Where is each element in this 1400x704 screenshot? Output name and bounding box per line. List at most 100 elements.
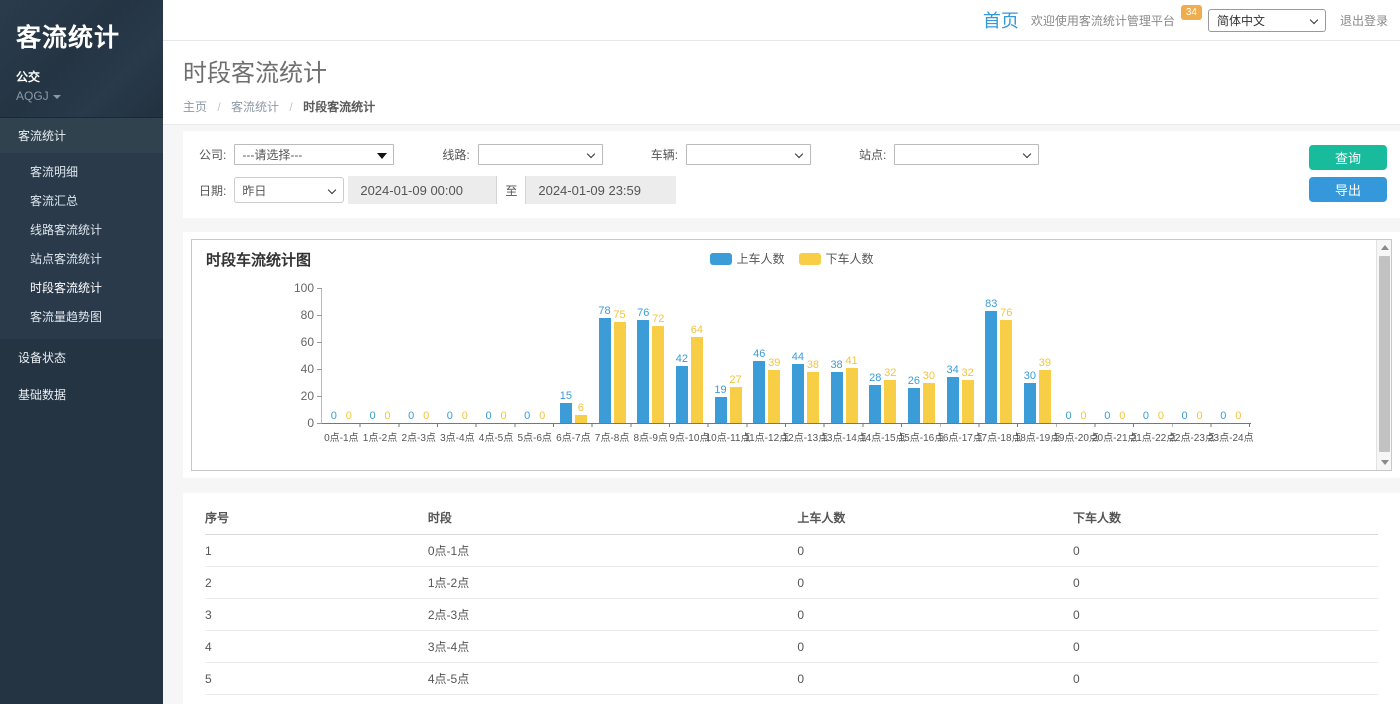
bar-unit: 32 — [960, 366, 975, 423]
x-axis-ticks — [322, 423, 1251, 427]
bar-unit: 0 — [535, 409, 550, 423]
table-cell: 0 — [797, 695, 1073, 704]
scroll-up-arrow-icon[interactable] — [1377, 240, 1392, 255]
bar-unit: 38 — [829, 358, 844, 423]
bar[interactable] — [768, 370, 780, 423]
query-button[interactable]: 查询 — [1309, 145, 1387, 170]
bar[interactable] — [575, 415, 587, 423]
legend-item-1[interactable]: 下车人数 — [799, 250, 874, 267]
bar[interactable] — [947, 377, 959, 423]
sidebar-item-1[interactable]: 客流汇总 — [0, 186, 163, 215]
breadcrumb: 主页 / 客流统计 / 时段客流统计 — [183, 98, 1400, 115]
bar[interactable] — [676, 366, 688, 423]
filter-select-3[interactable] — [894, 144, 1039, 165]
notification-badge[interactable]: 34 — [1181, 5, 1202, 20]
bar[interactable] — [614, 322, 626, 423]
table-header-row: 序号时段上车人数下车人数 — [205, 497, 1378, 535]
bar[interactable] — [792, 364, 804, 423]
sidebar-item-4[interactable]: 时段客流统计 — [0, 273, 163, 302]
org-code-label: AQGJ — [16, 89, 49, 103]
bar[interactable] — [715, 397, 727, 423]
bar-unit: 0 — [1100, 409, 1115, 423]
bar-unit: 19 — [713, 383, 728, 423]
sidebar-item-3[interactable]: 站点客流统计 — [0, 244, 163, 273]
breadcrumb-home[interactable]: 主页 — [183, 100, 207, 114]
table-cell: 0 — [797, 567, 1073, 599]
bar-value-label: 44 — [792, 350, 804, 364]
bar-unit: 39 — [767, 356, 782, 423]
bar[interactable] — [730, 387, 742, 423]
y-tick-label: 60 — [301, 335, 314, 349]
welcome-text: 欢迎使用客流统计管理平台 — [1031, 12, 1175, 29]
y-tick-label: 80 — [301, 308, 314, 322]
sidebar-item-0[interactable]: 客流明细 — [0, 157, 163, 186]
bar[interactable] — [884, 380, 896, 423]
bar-value-label: 32 — [884, 366, 896, 380]
table-row: 65点-6点00 — [205, 695, 1378, 704]
bar[interactable] — [560, 403, 572, 423]
bar[interactable] — [923, 383, 935, 424]
bar-unit: 26 — [906, 374, 921, 423]
sidebar-section-passenger-stats[interactable]: 客流统计 — [0, 118, 163, 153]
scrollbar-thumb[interactable] — [1379, 256, 1390, 452]
chart-vertical-scrollbar[interactable] — [1376, 240, 1391, 470]
table-cell: 0 — [1073, 631, 1378, 663]
breadcrumb-section[interactable]: 客流统计 — [231, 100, 279, 114]
sidebar-item-2[interactable]: 线路客流统计 — [0, 215, 163, 244]
sidebar-section-1[interactable]: 基础数据 — [0, 376, 163, 413]
bar[interactable] — [831, 372, 843, 423]
date-from-input[interactable]: 2024-01-09 00:00 — [348, 176, 496, 204]
main-area: 首页 欢迎使用客流统计管理平台 34 简体中文 退出登录 时段客流统计 主页 /… — [163, 0, 1400, 704]
org-code-dropdown[interactable]: AQGJ — [16, 89, 147, 103]
sidebar-item-5[interactable]: 客流量趋势图 — [0, 302, 163, 331]
bar-unit: 28 — [868, 371, 883, 423]
bar[interactable] — [962, 380, 974, 423]
bar-unit: 0 — [1192, 409, 1207, 423]
bar[interactable] — [637, 320, 649, 423]
bar-unit: 0 — [457, 409, 472, 423]
bar[interactable] — [846, 368, 858, 423]
bar[interactable] — [1000, 320, 1012, 423]
language-select[interactable]: 简体中文 — [1208, 9, 1326, 32]
bar[interactable] — [807, 372, 819, 423]
sidebar-section-0[interactable]: 设备状态 — [0, 339, 163, 376]
breadcrumb-separator: / — [217, 100, 220, 114]
date-to-input[interactable]: 2024-01-09 23:59 — [526, 176, 676, 204]
table-cell: 5点-6点 — [428, 695, 797, 704]
bar-group-12: 443812点-13点 — [786, 272, 825, 423]
bar-value-label: 0 — [500, 409, 506, 423]
bar[interactable] — [1039, 370, 1051, 423]
table-cell: 0 — [797, 631, 1073, 663]
legend-item-0[interactable]: 上车人数 — [709, 250, 784, 267]
bar[interactable] — [1024, 383, 1036, 424]
caret-down-icon — [53, 95, 61, 99]
filter-group-0: 公司:---请选择--- — [199, 144, 394, 165]
bar-value-label: 0 — [408, 409, 414, 423]
bar[interactable] — [753, 361, 765, 423]
bar[interactable] — [908, 388, 920, 423]
bar-group-16: 343216点-17点 — [941, 272, 980, 423]
bar[interactable] — [599, 318, 611, 423]
bar-value-label: 0 — [1158, 409, 1164, 423]
filter-select-0[interactable]: ---请选择--- — [234, 144, 394, 165]
filter-select-2[interactable] — [686, 144, 811, 165]
filter-select-1[interactable] — [478, 144, 603, 165]
logout-link[interactable]: 退出登录 — [1340, 12, 1388, 29]
table-cell: 0 — [1073, 695, 1378, 704]
home-link[interactable]: 首页 — [983, 7, 1019, 33]
sidebar-other-items: 设备状态基础数据 — [0, 339, 163, 413]
filter-group-2: 车辆: — [651, 144, 811, 165]
export-button[interactable]: 导出 — [1309, 177, 1387, 202]
bar[interactable] — [652, 326, 664, 423]
bar[interactable] — [985, 311, 997, 423]
filter-label-3: 站点: — [859, 146, 886, 163]
filter-group-3: 站点: — [859, 144, 1039, 165]
bar[interactable] — [869, 385, 881, 423]
y-tick-mark — [317, 288, 322, 289]
bar-unit: 76 — [636, 306, 651, 423]
bar[interactable] — [691, 337, 703, 423]
date-preset-select[interactable]: 昨日 — [234, 177, 344, 203]
scroll-down-arrow-icon[interactable] — [1377, 455, 1392, 470]
y-axis-tick: 40 — [301, 362, 322, 376]
bar-group-20: 0020点-21点 — [1095, 272, 1134, 423]
